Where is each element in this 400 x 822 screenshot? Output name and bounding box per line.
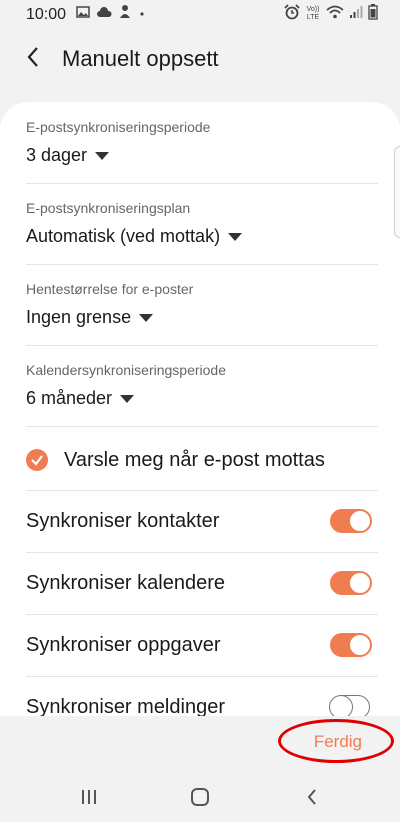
sync-contacts-row[interactable]: Synkroniser kontakter xyxy=(26,491,378,551)
notify-label: Varsle meg når e-post mottas xyxy=(64,448,325,471)
volte-icon: Vo)) LTE xyxy=(306,6,320,21)
divider xyxy=(26,264,378,265)
email-sync-period-setting[interactable]: E-postsynkroniseringsperiode 3 dager xyxy=(26,119,378,166)
sync-calendars-row[interactable]: Synkroniser kalendere xyxy=(26,553,378,613)
notify-checkbox[interactable] xyxy=(26,449,48,471)
divider xyxy=(26,426,378,427)
signal-icon xyxy=(349,5,363,24)
scroll-handle[interactable] xyxy=(394,146,400,238)
toggle-knob xyxy=(348,571,372,595)
toggle-knob xyxy=(329,694,353,719)
email-sync-schedule-dropdown[interactable]: Automatisk (ved mottak) xyxy=(26,226,378,247)
sync-contacts-toggle[interactable] xyxy=(330,509,372,533)
page-title: Manuelt oppsett xyxy=(62,46,219,71)
recent-apps-button[interactable] xyxy=(71,784,107,810)
back-arrow-icon xyxy=(26,46,40,73)
toggle-knob xyxy=(348,633,372,657)
sync-contacts-label: Synkroniser kontakter xyxy=(26,509,220,532)
sync-tasks-toggle[interactable] xyxy=(330,633,372,657)
done-button[interactable]: Ferdig xyxy=(314,732,362,752)
divider xyxy=(26,183,378,184)
email-sync-schedule-value: Automatisk (ved mottak) xyxy=(26,226,221,246)
battery-icon xyxy=(368,3,378,25)
dot-icon xyxy=(138,5,146,23)
calendar-sync-period-dropdown[interactable]: 6 måneder xyxy=(26,388,378,409)
calendar-sync-period-setting[interactable]: Kalendersynkroniseringsperiode 6 måneder xyxy=(26,362,378,409)
status-right-icons: Vo)) LTE xyxy=(284,3,378,25)
email-sync-period-value: 3 dager xyxy=(26,145,88,165)
notify-checkbox-row[interactable]: Varsle meg når e-post mottas xyxy=(26,435,378,485)
wifi-icon xyxy=(326,5,344,24)
retrieve-size-value: Ingen grense xyxy=(26,307,132,327)
status-time: 10:00 xyxy=(26,6,67,23)
status-left-icons xyxy=(76,4,146,25)
retrieve-size-dropdown[interactable]: Ingen grense xyxy=(26,307,378,328)
navigation-bar xyxy=(0,772,400,822)
email-sync-schedule-label: E-postsynkroniseringsplan xyxy=(26,200,191,216)
image-icon xyxy=(76,5,90,24)
settings-card[interactable]: E-postsynkroniseringsperiode 3 dager E-p… xyxy=(0,102,400,722)
nav-back-icon xyxy=(307,789,316,805)
nav-back-button[interactable] xyxy=(294,784,330,810)
checkmark-icon xyxy=(31,455,43,466)
calendar-sync-period-value: 6 måneder xyxy=(26,388,113,408)
sync-tasks-label: Synkroniser oppgaver xyxy=(26,633,221,656)
status-bar: 10:00 Vo)) LTE xyxy=(0,0,400,28)
notification-icon xyxy=(118,4,132,25)
retrieve-size-label: Hentestørrelse for e-poster xyxy=(26,281,194,297)
divider xyxy=(26,345,378,346)
cloud-icon xyxy=(96,5,112,23)
email-sync-period-dropdown[interactable]: 3 dager xyxy=(26,145,378,166)
bottom-action-bar: Ferdig xyxy=(0,716,400,772)
home-icon xyxy=(191,788,209,806)
dropdown-arrow-icon xyxy=(228,232,243,241)
back-button[interactable] xyxy=(16,42,50,76)
alarm-icon xyxy=(284,3,300,25)
email-sync-schedule-setting[interactable]: E-postsynkroniseringsplan Automatisk (ve… xyxy=(26,200,378,247)
sync-tasks-row[interactable]: Synkroniser oppgaver xyxy=(26,615,378,675)
recent-apps-icon xyxy=(82,790,96,804)
retrieve-size-setting[interactable]: Hentestørrelse for e-poster Ingen grense xyxy=(26,281,378,328)
header: Manuelt oppsett xyxy=(0,30,400,88)
calendar-sync-period-label: Kalendersynkroniseringsperiode xyxy=(26,362,227,378)
sync-calendars-toggle[interactable] xyxy=(330,571,372,595)
toggle-knob xyxy=(348,509,372,533)
home-button[interactable] xyxy=(182,784,218,810)
dropdown-arrow-icon xyxy=(139,313,154,322)
dropdown-arrow-icon xyxy=(95,151,110,160)
sync-calendars-label: Synkroniser kalendere xyxy=(26,571,225,594)
dropdown-arrow-icon xyxy=(120,394,135,403)
email-sync-period-label: E-postsynkroniseringsperiode xyxy=(26,119,211,135)
